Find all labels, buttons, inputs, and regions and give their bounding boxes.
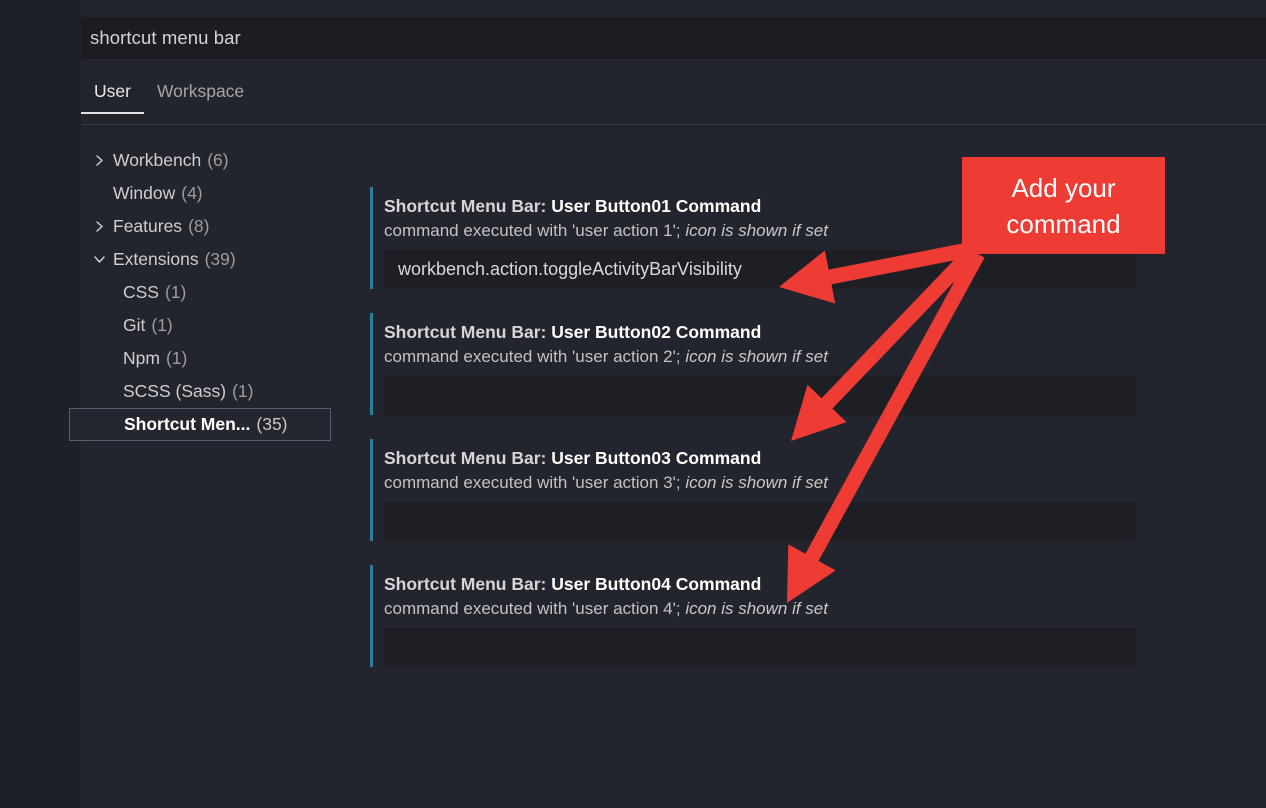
setting-title-prefix: Shortcut Menu Bar: <box>384 322 552 342</box>
setting-title-key: User Button02 Command <box>551 322 762 342</box>
setting-description-emphasis: icon is shown if set <box>685 599 828 618</box>
setting-description-plain: command executed with 'user action 2'; <box>384 347 686 366</box>
setting-title-key: User Button03 Command <box>551 448 762 468</box>
sidebar-item-extensions[interactable]: Extensions (39) <box>69 243 331 276</box>
sidebar-item-count: (4) <box>181 183 203 203</box>
setting-value-input[interactable] <box>384 502 1136 541</box>
setting-title-prefix: Shortcut Menu Bar: <box>384 196 552 216</box>
setting-row: Shortcut Menu Bar: User Button01 Command… <box>370 187 1136 289</box>
sidebar-item-git[interactable]: Git (1) <box>69 309 331 342</box>
chevron-down-icon[interactable] <box>91 252 107 268</box>
sidebar-item-features[interactable]: Features (8) <box>69 210 331 243</box>
setting-description: command executed with 'user action 4'; i… <box>384 599 1136 619</box>
setting-title-prefix: Shortcut Menu Bar: <box>384 448 552 468</box>
tab-workspace-label: Workspace <box>156 81 245 101</box>
sidebar-item-label: SCSS (Sass) <box>123 381 227 401</box>
setting-title-key: User Button01 Command <box>551 196 762 216</box>
search-input[interactable]: shortcut menu bar <box>81 27 241 49</box>
header-divider <box>81 124 1266 125</box>
sidebar-item-count: (39) <box>204 249 236 269</box>
tab-user[interactable]: User <box>81 78 144 114</box>
setting-row: Shortcut Menu Bar: User Button03 Command… <box>370 439 1136 541</box>
tab-user-label: User <box>94 81 131 101</box>
tab-workspace[interactable]: Workspace <box>144 78 257 114</box>
chevron-right-icon[interactable] <box>91 153 107 169</box>
setting-description-emphasis: icon is shown if set <box>685 221 828 240</box>
setting-modified-indicator <box>370 187 373 289</box>
setting-value-input[interactable] <box>384 376 1136 415</box>
setting-value-text: workbench.action.toggleActivityBarVisibi… <box>398 259 742 279</box>
setting-description-plain: command executed with 'user action 1'; <box>384 221 686 240</box>
setting-description: command executed with 'user action 3'; i… <box>384 473 1136 493</box>
settings-tree: Workbench (6) Window (4) Features (8) Ex… <box>69 144 331 441</box>
setting-modified-indicator <box>370 565 373 667</box>
sidebar-item-label: Window <box>113 183 176 203</box>
setting-modified-indicator <box>370 313 373 415</box>
setting-title: Shortcut Menu Bar: User Button03 Command <box>384 448 1136 469</box>
setting-title-prefix: Shortcut Menu Bar: <box>384 574 552 594</box>
sidebar-item-count: (8) <box>188 216 210 236</box>
settings-scope-tabs: User Workspace <box>81 78 257 123</box>
setting-description: command executed with 'user action 1'; i… <box>384 221 1136 241</box>
sidebar-item-label: Shortcut Men... <box>124 414 251 434</box>
sidebar-item-label: Git <box>123 315 146 335</box>
setting-title: Shortcut Menu Bar: User Button02 Command <box>384 322 1136 343</box>
setting-description-emphasis: icon is shown if set <box>685 473 828 492</box>
setting-description: command executed with 'user action 2'; i… <box>384 347 1136 367</box>
sidebar-item-label: Workbench <box>113 150 202 170</box>
setting-title-key: User Button04 Command <box>551 574 762 594</box>
settings-list: Shortcut Menu Bar: User Button01 Command… <box>370 187 1136 691</box>
setting-value-input[interactable] <box>384 628 1136 667</box>
sidebar-item-workbench[interactable]: Workbench (6) <box>69 144 331 177</box>
settings-search-bar[interactable]: shortcut menu bar <box>81 17 1266 59</box>
sidebar-item-css[interactable]: CSS (1) <box>69 276 331 309</box>
sidebar-item-count: (1) <box>165 348 188 368</box>
sidebar-item-shortcut-menu-bar[interactable]: Shortcut Men... (35) <box>69 408 331 441</box>
sidebar-item-count: (1) <box>151 315 173 335</box>
setting-description-plain: command executed with 'user action 4'; <box>384 599 686 618</box>
sidebar-item-count: (1) <box>164 282 187 302</box>
sidebar-item-window[interactable]: Window (4) <box>69 177 331 210</box>
chevron-right-icon[interactable] <box>91 219 107 235</box>
setting-description-plain: command executed with 'user action 3'; <box>384 473 686 492</box>
sidebar-item-label: CSS <box>123 282 159 302</box>
sidebar-item-count: (1) <box>232 381 254 401</box>
sidebar-item-count: (6) <box>207 150 229 170</box>
setting-row: Shortcut Menu Bar: User Button04 Command… <box>370 565 1136 667</box>
sidebar-item-label: Extensions <box>113 249 199 269</box>
sidebar-item-label: Npm <box>123 348 160 368</box>
setting-modified-indicator <box>370 439 373 541</box>
setting-title: Shortcut Menu Bar: User Button01 Command <box>384 196 1136 217</box>
setting-value-input[interactable]: workbench.action.toggleActivityBarVisibi… <box>384 250 1136 289</box>
sidebar-item-count: (35) <box>256 414 288 434</box>
sidebar-item-npm[interactable]: Npm (1) <box>69 342 331 375</box>
setting-title: Shortcut Menu Bar: User Button04 Command <box>384 574 1136 595</box>
setting-row: Shortcut Menu Bar: User Button02 Command… <box>370 313 1136 415</box>
sidebar-item-label: Features <box>113 216 183 236</box>
sidebar-item-scss-sass[interactable]: SCSS (Sass) (1) <box>69 375 331 408</box>
setting-description-emphasis: icon is shown if set <box>685 347 828 366</box>
